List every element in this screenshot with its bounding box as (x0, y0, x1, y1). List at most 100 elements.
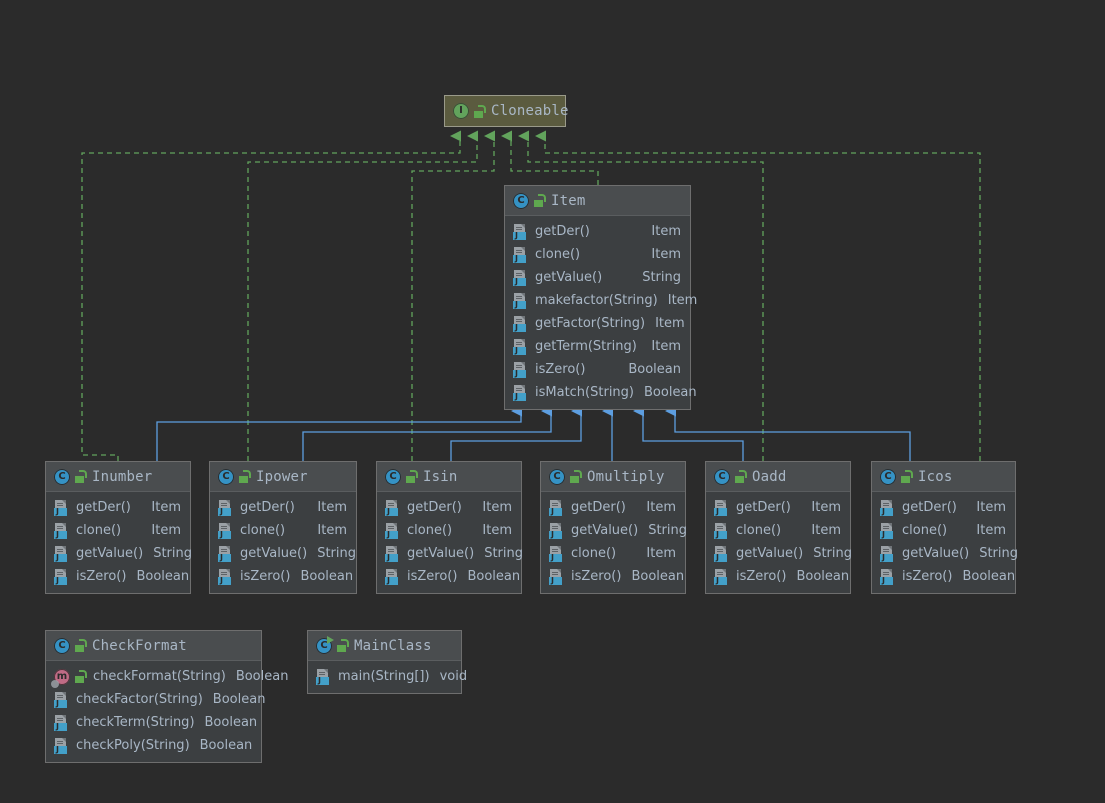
member-row[interactable]: main(String[]) void (308, 665, 467, 688)
member-type-label: String (153, 546, 192, 561)
class-node-header-icos[interactable]: Icos (872, 462, 1015, 492)
class-node-header-ipower[interactable]: Ipower (210, 462, 356, 492)
java-file-icon (54, 522, 69, 539)
class-node-header-oadd[interactable]: Oadd (706, 462, 850, 492)
class-node-header-checkformat[interactable]: CheckFormat (46, 631, 261, 661)
member-type-label: Item (482, 523, 512, 538)
member-row[interactable]: getValue() String (872, 542, 1018, 565)
member-type-label: Boolean (136, 569, 190, 584)
member-name-label: checkFormat(String) (93, 669, 226, 684)
class-node-item[interactable]: Item getDer() Item clone() Item getValue() Str… (504, 185, 697, 410)
member-name-label: checkTerm(String) (76, 715, 195, 730)
inheritance-edges (156, 405, 911, 461)
member-row[interactable]: getValue() String (210, 542, 356, 565)
member-type-label: Item (317, 500, 347, 515)
public-unlock-icon (735, 470, 747, 483)
member-row[interactable]: clone() Item (505, 243, 690, 266)
member-row[interactable]: clone() Item (210, 519, 356, 542)
member-row[interactable]: getDer() Item (505, 220, 690, 243)
java-file-icon (54, 714, 69, 731)
class-node-mainclass[interactable]: MainClass main(String[]) void (307, 630, 467, 694)
member-row[interactable]: isZero() Boolean (505, 358, 690, 381)
class-node-oadd[interactable]: Oadd getDer() Item clone() Item getValue() Str… (705, 461, 852, 594)
member-row[interactable]: getFactor(String) Item (505, 312, 690, 335)
member-row[interactable]: isZero() Boolean (706, 565, 850, 588)
member-row[interactable]: checkPoly(String) Boolean (46, 734, 261, 757)
member-row[interactable]: checkFactor(String) Boolean (46, 688, 265, 711)
class-node-header-cloneable[interactable]: Cloneable (445, 96, 568, 126)
class-icon (513, 192, 529, 209)
member-row[interactable]: clone() Item (706, 519, 850, 542)
member-type-label: Item (976, 500, 1006, 515)
class-node-header-omultiply[interactable]: Omultiply (541, 462, 685, 492)
class-node-header-inumber[interactable]: Inumber (46, 462, 190, 492)
member-row[interactable]: clone() Item (377, 519, 521, 542)
member-type-label: String (648, 523, 687, 538)
member-type-label: Boolean (796, 569, 850, 584)
java-file-icon (316, 668, 331, 685)
member-row[interactable]: getValue() String (505, 266, 690, 289)
class-node-checkformat[interactable]: CheckFormatcheckFormat(String)Booleanche… (45, 630, 288, 763)
member-row[interactable]: isZero() Boolean (46, 565, 190, 588)
member-type-label: Item (651, 247, 681, 262)
member-row[interactable]: getValue() String (706, 542, 852, 565)
member-name-label: getValue() (407, 546, 475, 561)
member-row[interactable]: makefactor(String) Item (505, 289, 697, 312)
member-name-label: clone() (407, 523, 453, 538)
java-file-icon (513, 246, 528, 263)
member-name-label: getDer() (736, 500, 791, 515)
member-row[interactable]: clone() Item (46, 519, 190, 542)
member-type-label: Boolean (644, 385, 697, 400)
member-name-label: isZero() (76, 569, 127, 584)
class-icon (54, 468, 70, 485)
member-row[interactable]: getDer() Item (541, 496, 685, 519)
public-unlock-icon (406, 470, 418, 483)
member-row[interactable]: getDer() Item (706, 496, 850, 519)
edge-inumber-item (156, 405, 522, 461)
class-node-ipower[interactable]: Ipower getDer() Item clone() Item getValue() S… (209, 461, 357, 594)
public-unlock-icon (534, 194, 546, 207)
java-file-icon (385, 522, 400, 539)
member-row[interactable]: getDer() Item (210, 496, 356, 519)
class-node-header-mainclass[interactable]: MainClass (308, 631, 461, 661)
diagram-canvas[interactable]: Cloneable Item getDer() Item clone() Item getV… (0, 0, 1105, 803)
class-node-omultiply[interactable]: Omultiply getDer() Item getValue() String clo… (540, 461, 687, 594)
member-row[interactable]: checkFormat(String) Boolean (46, 665, 288, 688)
class-name-label: Omultiply (587, 468, 665, 485)
member-name-label: clone() (571, 546, 617, 561)
member-row[interactable]: getDer() Item (377, 496, 521, 519)
public-unlock-icon (474, 104, 486, 118)
java-file-icon (714, 568, 729, 585)
member-row[interactable]: getValue() String (541, 519, 687, 542)
class-name-label: Ipower (256, 468, 308, 485)
member-row[interactable]: isZero() Boolean (541, 565, 685, 588)
class-node-cloneable[interactable]: Cloneable (444, 95, 568, 127)
member-row[interactable]: clone() Item (872, 519, 1015, 542)
java-file-icon (880, 522, 895, 539)
member-row[interactable]: isMatch(String) Boolean (505, 381, 697, 404)
class-node-header-item[interactable]: Item (505, 186, 690, 216)
member-type-label: Item (646, 500, 676, 515)
member-row[interactable]: isZero() Boolean (210, 565, 356, 588)
member-type-label: Item (655, 316, 685, 331)
member-name-label: getDer() (902, 500, 957, 515)
member-row[interactable]: clone() Item (541, 542, 685, 565)
edge-isin-item (450, 405, 582, 461)
member-row[interactable]: getValue() String (377, 542, 523, 565)
member-list-isin: getDer() Item clone() Item getValue() String i… (377, 492, 523, 593)
member-type-label: Item (151, 500, 181, 515)
member-row[interactable]: getDer() Item (872, 496, 1015, 519)
member-list-mainclass: main(String[]) void (308, 661, 467, 693)
class-node-inumber[interactable]: Inumber getDer() Item clone() Item getValue()… (45, 461, 192, 594)
member-row[interactable]: checkTerm(String) Boolean (46, 711, 261, 734)
member-row[interactable]: isZero() Boolean (377, 565, 521, 588)
class-icon (549, 468, 565, 485)
member-row[interactable]: isZero() Boolean (872, 565, 1015, 588)
member-row[interactable]: getValue() String (46, 542, 192, 565)
member-row[interactable]: getTerm(String) Item (505, 335, 690, 358)
member-type-label: Boolean (467, 569, 521, 584)
class-node-isin[interactable]: Isin getDer() Item clone() Item getValue() Str… (376, 461, 523, 594)
class-node-icos[interactable]: Icos getDer() Item clone() Item getValue() Str… (871, 461, 1018, 594)
class-node-header-isin[interactable]: Isin (377, 462, 521, 492)
member-row[interactable]: getDer() Item (46, 496, 190, 519)
